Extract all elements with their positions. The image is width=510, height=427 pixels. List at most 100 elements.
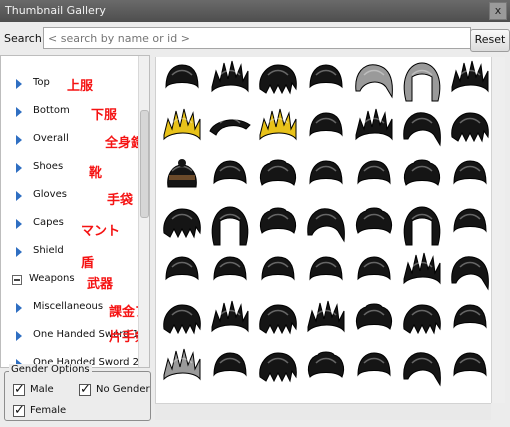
hair-thumbnail[interactable] (446, 201, 492, 249)
hair-thumbnail-icon (213, 352, 247, 377)
hair-thumbnail-icon (211, 206, 249, 246)
hair-thumbnail[interactable] (302, 153, 350, 201)
hair-thumbnail[interactable] (446, 345, 492, 393)
hair-thumbnail[interactable] (254, 201, 302, 249)
hair-thumbnail[interactable] (350, 105, 398, 153)
checkbox-checked-icon (79, 382, 91, 397)
close-button[interactable]: x (489, 2, 507, 20)
expand-arrow-icon[interactable] (16, 79, 22, 89)
no-gender-checkbox[interactable]: No Gender (79, 382, 150, 398)
female-checkbox[interactable]: Female (13, 403, 77, 419)
expand-arrow-icon[interactable] (16, 303, 22, 313)
hair-thumbnail-icon (451, 112, 489, 143)
hair-thumbnail[interactable] (158, 201, 206, 249)
hair-thumbnail[interactable] (302, 345, 350, 393)
hair-thumbnail[interactable] (350, 249, 398, 297)
hair-thumbnail[interactable] (158, 345, 206, 393)
tree-item-shoes[interactable]: Shoes (1, 158, 137, 178)
hair-thumbnail[interactable] (302, 249, 350, 297)
hair-thumbnail[interactable] (398, 201, 446, 249)
hair-thumbnail-icon (213, 256, 247, 281)
japanese-annotation: 盾 (81, 256, 95, 271)
hair-thumbnail[interactable] (302, 105, 350, 153)
hair-thumbnail[interactable] (206, 105, 254, 153)
hair-thumbnail[interactable] (446, 249, 492, 297)
female-label: Female (30, 405, 67, 416)
hair-thumbnail[interactable] (350, 201, 398, 249)
hair-thumbnail[interactable] (302, 57, 350, 105)
hair-thumbnail[interactable] (254, 249, 302, 297)
hair-thumbnail[interactable] (206, 345, 254, 393)
search-input[interactable] (43, 27, 471, 49)
hair-thumbnail[interactable] (158, 57, 206, 105)
hair-thumbnail[interactable] (254, 105, 302, 153)
tree-item-label: Miscellaneous (33, 301, 104, 312)
search-label: Search (4, 32, 42, 45)
hair-thumbnail[interactable] (398, 249, 446, 297)
hair-thumbnail-icon (259, 64, 297, 95)
expand-arrow-icon[interactable] (16, 331, 22, 341)
hair-thumbnail[interactable] (158, 105, 206, 153)
expand-arrow-icon[interactable] (16, 135, 22, 145)
expand-arrow-icon[interactable] (16, 191, 22, 201)
hair-thumbnail[interactable] (302, 297, 350, 345)
hair-thumbnail-icon (357, 352, 391, 377)
hair-thumbnail[interactable] (254, 345, 302, 393)
gallery-horizontal-scrollbar[interactable] (155, 403, 491, 420)
reset-button[interactable]: Reset (470, 29, 510, 52)
hair-thumbnail[interactable] (254, 57, 302, 105)
expand-arrow-icon[interactable] (16, 247, 22, 257)
hair-thumbnail-icon (165, 64, 199, 89)
hair-thumbnail[interactable] (206, 297, 254, 345)
hair-thumbnail[interactable] (446, 105, 492, 153)
expand-arrow-icon[interactable] (16, 163, 22, 173)
hair-thumbnail[interactable] (206, 57, 254, 105)
hair-thumbnail-icon (357, 256, 391, 281)
hair-thumbnail[interactable] (206, 201, 254, 249)
no-gender-label: No Gender (96, 384, 150, 395)
hair-thumbnail[interactable] (206, 249, 254, 297)
hair-thumbnail[interactable] (350, 153, 398, 201)
hair-thumbnail[interactable] (302, 201, 350, 249)
gallery-vertical-scrollbar[interactable] (491, 57, 505, 403)
tree-scrollbar[interactable] (138, 56, 149, 367)
hair-thumbnail[interactable] (158, 153, 206, 201)
hair-thumbnail[interactable] (350, 57, 398, 105)
hair-thumbnail[interactable] (158, 297, 206, 345)
expand-arrow-icon[interactable] (16, 219, 22, 229)
hair-thumbnail-icon (259, 352, 297, 383)
hair-thumbnail-icon (355, 207, 393, 234)
window-title: Thumbnail Gallery (5, 4, 106, 17)
tree-item-weapons[interactable]: Weapons (1, 270, 137, 290)
category-tree[interactable]: Top 上服 Bottom 下服 Overall 全身鎧 Shoes 靴 Gloves 手袋 Cap… (0, 55, 150, 368)
hair-thumbnail-icon (307, 351, 345, 378)
hair-thumbnail[interactable] (398, 105, 446, 153)
tree-item-label: Shoes (33, 161, 64, 172)
hair-thumbnail[interactable] (350, 297, 398, 345)
hair-thumbnail[interactable] (398, 153, 446, 201)
gender-options-legend: Gender Options (9, 364, 92, 375)
collapse-box-icon[interactable] (12, 275, 22, 285)
hair-thumbnail[interactable] (350, 345, 398, 393)
male-checkbox[interactable]: Male (13, 382, 73, 398)
hair-thumbnail-icon (357, 160, 391, 185)
title-bar[interactable]: Thumbnail Gallery x (0, 0, 510, 22)
hair-thumbnail[interactable] (398, 57, 446, 105)
thumbnail-grid[interactable] (155, 57, 492, 403)
hair-thumbnail-icon (309, 112, 343, 137)
hair-thumbnail[interactable] (158, 249, 206, 297)
hair-thumbnail[interactable] (446, 57, 492, 105)
tree-scrollbar-thumb[interactable] (140, 110, 149, 218)
hair-thumbnail[interactable] (446, 153, 492, 201)
hair-thumbnail[interactable] (254, 153, 302, 201)
hair-thumbnail[interactable] (446, 297, 492, 345)
tree-item-shield[interactable]: Shield (1, 242, 137, 262)
hair-thumbnail-icon (163, 304, 201, 335)
hair-thumbnail[interactable] (398, 345, 446, 393)
hair-thumbnail[interactable] (398, 297, 446, 345)
expand-arrow-icon[interactable] (16, 107, 22, 117)
hair-thumbnail-icon (163, 108, 201, 141)
hair-thumbnail-icon (309, 64, 343, 89)
hair-thumbnail[interactable] (206, 153, 254, 201)
hair-thumbnail[interactable] (254, 297, 302, 345)
